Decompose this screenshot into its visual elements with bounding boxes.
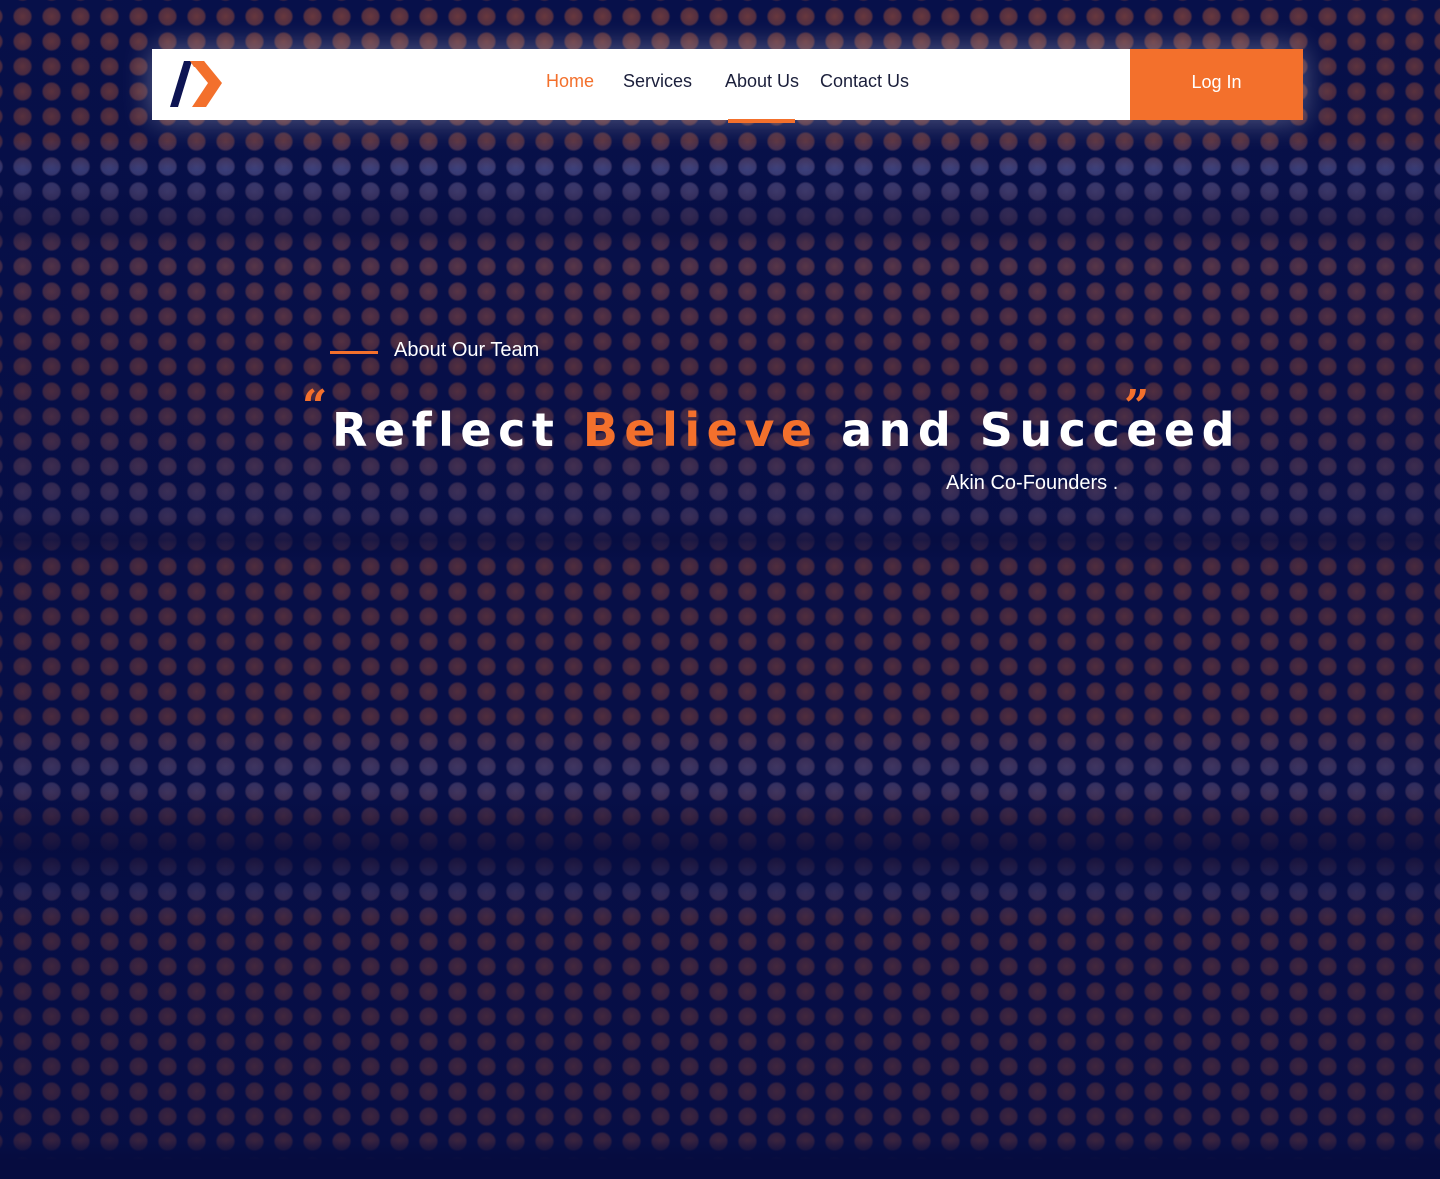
headline-part-1: Reflect [332, 403, 583, 457]
headline-accent: Believe [582, 403, 819, 457]
background-shade-sides [0, 0, 1440, 1179]
open-quote-icon: “ [302, 381, 328, 432]
section-eyebrow: About Our Team [394, 339, 540, 361]
hero-headline: Reflect Believe and Succeed [332, 400, 1241, 460]
login-button[interactable]: Log In [1130, 49, 1303, 120]
nav-services[interactable]: Services [623, 71, 692, 92]
nav-hover-underline [728, 119, 795, 123]
headline-part-2: and Succeed [818, 403, 1242, 457]
eyebrow-divider [330, 351, 378, 354]
main-nav: Home Services About Us Contact Us [152, 49, 1130, 120]
quote-attribution: Akin Co-Founders . [946, 472, 1119, 494]
nav-contact-us[interactable]: Contact Us [820, 71, 909, 92]
nav-about-us[interactable]: About Us [725, 71, 799, 92]
nav-home[interactable]: Home [546, 71, 594, 92]
top-navbar: Home Services About Us Contact Us Log In [152, 49, 1303, 123]
close-quote-icon: ” [1124, 381, 1150, 432]
